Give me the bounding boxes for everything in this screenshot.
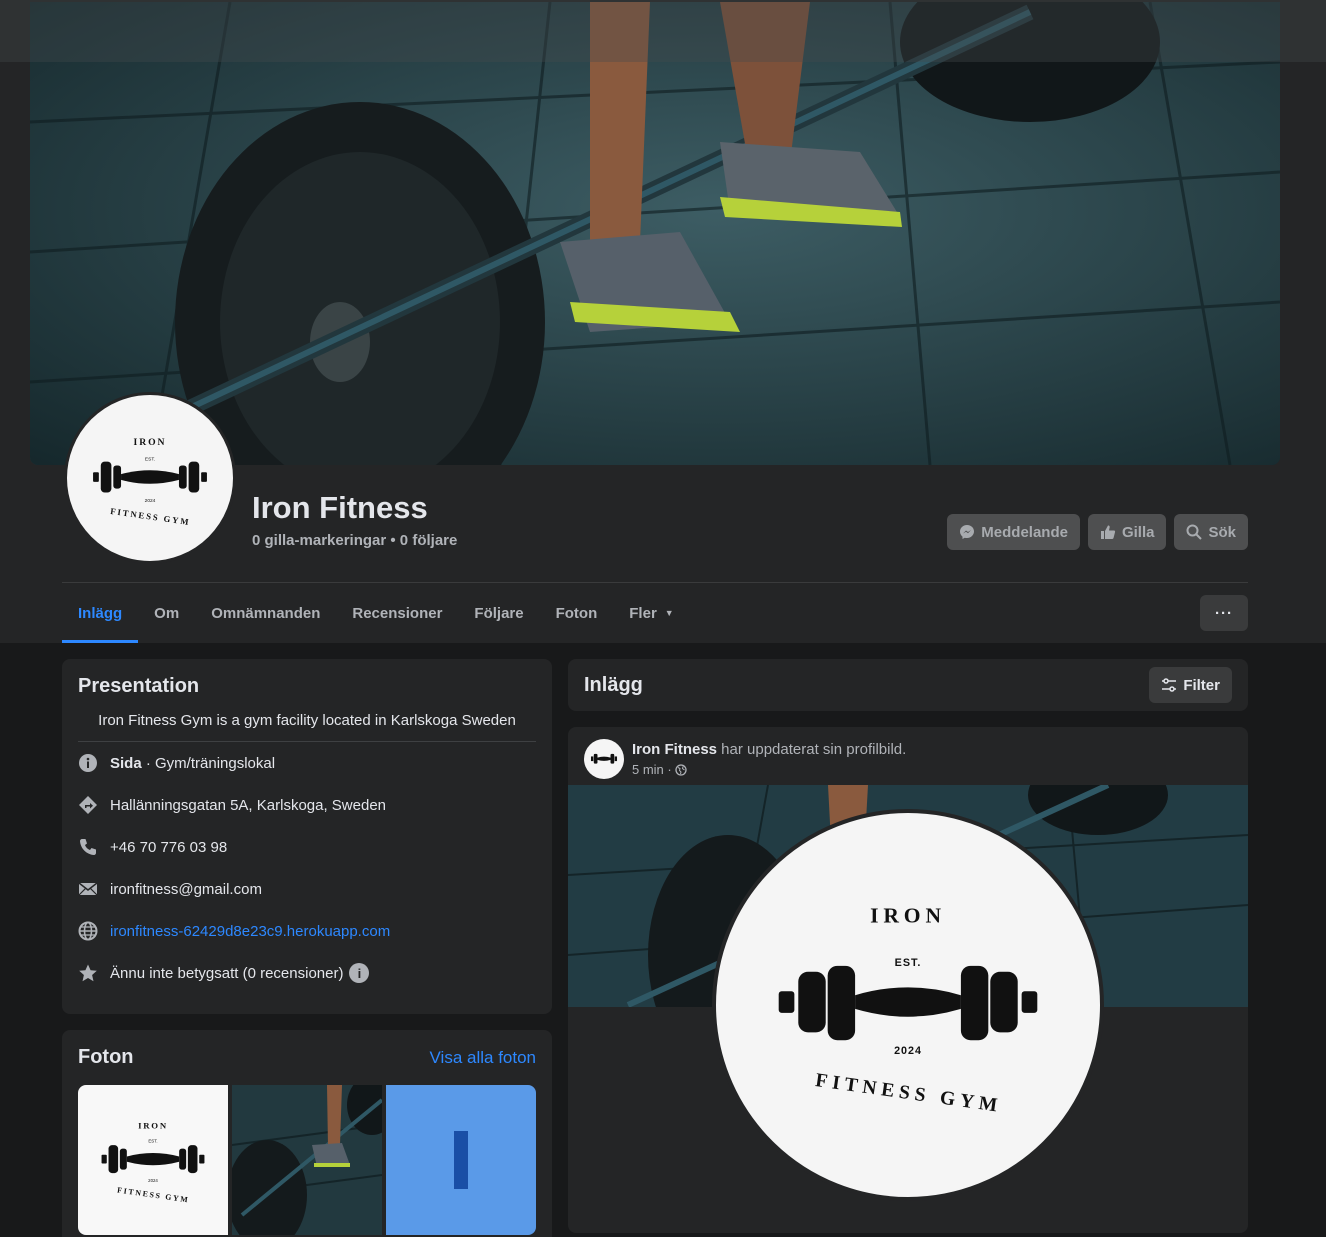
intro-bio: Iron Fitness Gym is a gym facility locat… <box>78 712 536 742</box>
search-button-label: Sök <box>1208 523 1236 541</box>
tab-mentions[interactable]: Omnämnanden <box>195 586 336 640</box>
caret-down-icon: ▼ <box>664 608 674 618</box>
address-text: Hallänningsgatan 5A, Karlskoga, Sweden <box>110 796 387 814</box>
globe-icon <box>78 921 98 941</box>
phone-text: +46 70 776 03 98 <box>110 838 228 856</box>
svg-text:2024: 2024 <box>148 1178 158 1183</box>
intro-card: Presentation Iron Fitness Gym is a gym f… <box>62 659 552 1014</box>
svg-text:2024: 2024 <box>894 1045 922 1057</box>
filter-button[interactable]: Filter <box>1149 667 1232 703</box>
svg-text:2024: 2024 <box>145 498 156 504</box>
email-text: ironfitness@gmail.com <box>110 880 262 898</box>
info-row-rating: Ännu inte betygsatt (0 recensioner) i <box>78 952 536 994</box>
tab-reviews[interactable]: Recensioner <box>336 586 458 640</box>
photo-thumb-logo[interactable]: IRON EST. 2024 FITNESS GYM <box>78 1085 228 1235</box>
gym-logo-thumbnail: IRON EST. 2024 FITNESS GYM <box>101 1121 205 1205</box>
svg-text:FITNESS GYM: FITNESS GYM <box>117 1185 190 1204</box>
phone-icon <box>78 837 98 857</box>
photo-grid: IRON EST. 2024 FITNESS GYM <box>78 1085 536 1235</box>
info-icon <box>78 753 98 773</box>
public-globe-icon <box>675 763 687 776</box>
search-icon <box>1186 524 1203 540</box>
see-all-photos-link[interactable]: Visa alla foton <box>430 1048 536 1068</box>
page-title: Iron Fitness <box>252 490 428 525</box>
tab-about[interactable]: Om <box>138 586 195 640</box>
star-icon <box>78 963 98 983</box>
svg-text:EST.: EST. <box>145 457 155 463</box>
tab-posts[interactable]: Inlägg <box>62 586 139 643</box>
posts-header-card: Inlägg Filter <box>568 659 1248 711</box>
post-timestamp[interactable]: 5 min · <box>632 762 672 777</box>
post-header: Iron Fitness har uppdaterat sin profilbi… <box>584 739 906 779</box>
photo-thumb-blue[interactable] <box>386 1085 536 1235</box>
svg-text:EST.: EST. <box>148 1139 157 1144</box>
page-category: · Gym/träningslokal <box>141 754 276 772</box>
svg-text:FITNESS GYM: FITNESS GYM <box>814 1070 1003 1117</box>
directions-icon <box>78 795 98 815</box>
post-profile-picture[interactable]: IRON EST. 2024 FITNESS GYM <box>712 809 1104 1201</box>
svg-text:EST.: EST. <box>895 957 922 969</box>
svg-text:FITNESS GYM: FITNESS GYM <box>110 506 191 527</box>
svg-text:IRON: IRON <box>138 1121 168 1131</box>
like-button[interactable]: Gilla <box>1087 514 1167 550</box>
filter-sliders-icon <box>1162 678 1177 692</box>
deadlift-photo <box>232 1085 382 1235</box>
filter-button-label: Filter <box>1183 676 1220 694</box>
rating-info-icon[interactable]: i <box>349 963 370 983</box>
website-link[interactable]: ironfitness-62429d8e23c9.herokuapp.com <box>110 923 390 940</box>
photos-title: Foton <box>78 1046 134 1068</box>
gym-logo: IRON EST. 2024 FITNESS GYM <box>93 437 207 527</box>
tab-more-label: Fler <box>629 604 657 622</box>
tab-followers[interactable]: Följare <box>458 586 539 640</box>
header-divider <box>62 582 1248 583</box>
cover-photo[interactable] <box>30 2 1280 465</box>
thumbs-up-icon <box>1100 525 1116 539</box>
post-author-avatar[interactable] <box>584 739 624 779</box>
messenger-icon <box>960 525 975 539</box>
cover-photo-image <box>30 2 1280 465</box>
tab-photos[interactable]: Foton <box>540 586 614 640</box>
message-button[interactable]: Meddelande <box>947 514 1080 550</box>
more-options-button[interactable]: ··· <box>1200 595 1248 631</box>
envelope-icon <box>78 879 98 899</box>
intro-title: Presentation <box>78 675 200 697</box>
post-author-name[interactable]: Iron Fitness <box>632 741 717 758</box>
gym-logo-large: IRON EST. 2024 FITNESS GYM <box>778 904 1038 1117</box>
header-actions: Meddelande Gilla Sök <box>947 514 1248 550</box>
rating-text: Ännu inte betygsatt (0 recensioner) <box>110 964 344 982</box>
post-card: Iron Fitness har uppdaterat sin profilbi… <box>568 727 1248 1233</box>
info-row-website: ironfitness-62429d8e23c9.herokuapp.com <box>78 910 536 952</box>
svg-text:IRON: IRON <box>870 904 946 928</box>
post-headline: Iron Fitness har uppdaterat sin profilbi… <box>632 741 906 758</box>
page-type-label: Sida <box>110 754 142 772</box>
post-action-text: har uppdaterat sin profilbild. <box>717 741 907 758</box>
info-row-category: Sida · Gym/träningslokal <box>78 742 536 784</box>
message-button-label: Meddelande <box>981 523 1068 541</box>
gym-logo-small <box>590 753 618 764</box>
info-row-email: ironfitness@gmail.com <box>78 868 536 910</box>
like-button-label: Gilla <box>1121 523 1155 541</box>
photo-thumb-cover[interactable] <box>232 1085 382 1235</box>
search-button[interactable]: Sök <box>1174 514 1248 550</box>
info-row-address: Hallänningsgatan 5A, Karlskoga, Sweden <box>78 784 536 826</box>
svg-text:IRON: IRON <box>134 437 167 448</box>
top-navigation-bar <box>0 0 1326 62</box>
post-meta: 5 min · <box>632 762 906 777</box>
page-tabs: Inlägg Om Omnämnanden Recensioner Följar… <box>62 586 690 643</box>
photos-card: Foton Visa alla foton IRON EST. 2024 FIT… <box>62 1030 552 1237</box>
info-row-phone: +46 70 776 03 98 <box>78 826 536 868</box>
profile-picture[interactable]: IRON EST. 2024 FITNESS GYM <box>64 392 236 564</box>
posts-title: Inlägg <box>584 673 643 696</box>
page-stats[interactable]: 0 gilla-markeringar • 0 följare <box>252 532 457 549</box>
tab-more[interactable]: Fler ▼ <box>613 586 689 640</box>
photo-thumb-letter-shape <box>454 1131 468 1189</box>
